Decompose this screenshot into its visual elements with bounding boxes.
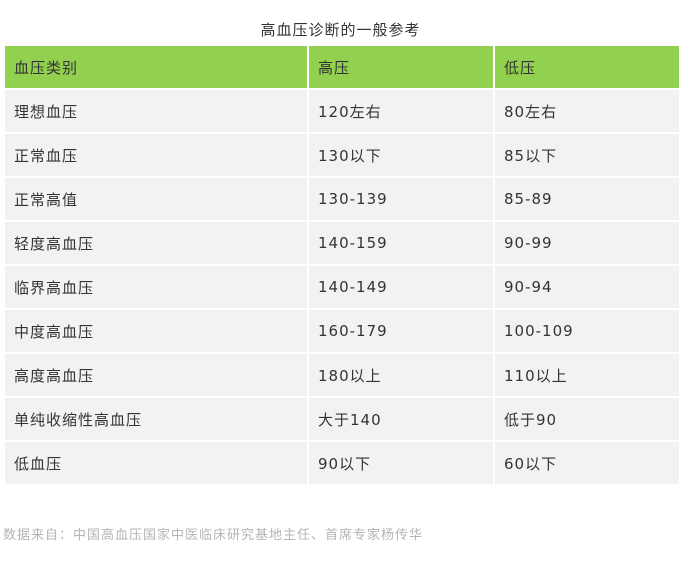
table-row: 高度高血压 180以上 110以上 xyxy=(5,354,679,398)
cell-category: 理想血压 xyxy=(5,90,309,134)
header-diastolic: 低压 xyxy=(495,46,679,90)
header-category: 血压类别 xyxy=(5,46,309,90)
cell-diastolic: 60以下 xyxy=(495,442,679,486)
table-row: 正常血压 130以下 85以下 xyxy=(5,134,679,178)
cell-diastolic: 85以下 xyxy=(495,134,679,178)
cell-systolic: 90以下 xyxy=(309,442,495,486)
cell-category: 中度高血压 xyxy=(5,310,309,354)
page-title: 高血压诊断的一般参考 xyxy=(260,21,421,39)
blood-pressure-table: 血压类别 高压 低压 理想血压 120左右 80左右 正常血压 130以下 85… xyxy=(5,46,679,486)
cell-diastolic: 110以上 xyxy=(495,354,679,398)
cell-diastolic: 85-89 xyxy=(495,178,679,222)
cell-systolic: 140-159 xyxy=(309,222,495,266)
cell-systolic: 130-139 xyxy=(309,178,495,222)
cell-category: 正常血压 xyxy=(5,134,309,178)
table-row: 单纯收缩性高血压 大于140 低于90 xyxy=(5,398,679,442)
table-row: 临界高血压 140-149 90-94 xyxy=(5,266,679,310)
cell-category: 低血压 xyxy=(5,442,309,486)
cell-diastolic: 90-94 xyxy=(495,266,679,310)
table-row: 轻度高血压 140-159 90-99 xyxy=(5,222,679,266)
source-note: 数据来自：中国高血压国家中医临床研究基地主任、首席专家杨传华 xyxy=(3,528,424,543)
cell-category: 轻度高血压 xyxy=(5,222,309,266)
cell-systolic: 130以下 xyxy=(309,134,495,178)
header-systolic: 高压 xyxy=(309,46,495,90)
cell-systolic: 120左右 xyxy=(309,90,495,134)
cell-systolic: 大于140 xyxy=(309,398,495,442)
table-row: 理想血压 120左右 80左右 xyxy=(5,90,679,134)
table-row: 中度高血压 160-179 100-109 xyxy=(5,310,679,354)
table-header-row: 血压类别 高压 低压 xyxy=(5,46,679,90)
cell-category: 单纯收缩性高血压 xyxy=(5,398,309,442)
cell-diastolic: 100-109 xyxy=(495,310,679,354)
cell-systolic: 180以上 xyxy=(309,354,495,398)
cell-category: 临界高血压 xyxy=(5,266,309,310)
cell-systolic: 140-149 xyxy=(309,266,495,310)
cell-category: 高度高血压 xyxy=(5,354,309,398)
table-row: 正常高值 130-139 85-89 xyxy=(5,178,679,222)
cell-systolic: 160-179 xyxy=(309,310,495,354)
cell-diastolic: 低于90 xyxy=(495,398,679,442)
table-row: 低血压 90以下 60以下 xyxy=(5,442,679,486)
cell-diastolic: 80左右 xyxy=(495,90,679,134)
cell-category: 正常高值 xyxy=(5,178,309,222)
cell-diastolic: 90-99 xyxy=(495,222,679,266)
